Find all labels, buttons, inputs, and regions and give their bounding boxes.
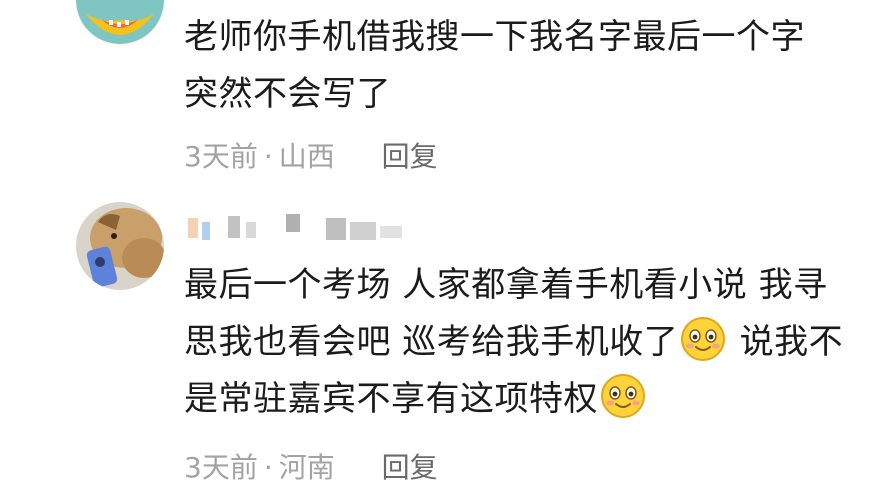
comment-meta: 3天前 · 河南 回复: [184, 446, 438, 486]
comment-item: 老师你手机借我搜一下我名字最后一个字 突然不会写了 3天前 · 山西 回复: [0, 0, 881, 200]
comment-text: 最后一个考场 人家都拿着手机看小说 我寻 思我也看会吧 巡考给我手机收了 说我不…: [184, 257, 864, 428]
comment-location: 山西: [278, 140, 335, 173]
comment-text-line: 老师你手机借我搜一下我名字最后一个字: [184, 17, 805, 57]
comment-item: 最后一个考场 人家都拿着手机看小说 我寻 思我也看会吧 巡考给我手机收了 说我不…: [0, 200, 881, 491]
comment-text: 老师你手机借我搜一下我名字最后一个字 突然不会写了: [184, 9, 864, 123]
meta-separator: ·: [263, 451, 273, 484]
comment-text-segment: 思我也看会吧 巡考给我手机收了: [184, 322, 679, 362]
comment-meta: 3天前 · 山西 回复: [184, 135, 438, 175]
comment-text-line: 是常驻嘉宾不享有这项特权: [184, 371, 864, 428]
avatar[interactable]: [76, 202, 164, 290]
comment-text-segment: 是常驻嘉宾不享有这项特权: [184, 379, 598, 419]
smiling-face-emoji-icon: [680, 316, 726, 362]
comment-text-line: 突然不会写了: [184, 74, 391, 114]
comment-location: 河南: [278, 451, 335, 484]
comment-text-line: 最后一个考场 人家都拿着手机看小说 我寻: [184, 265, 828, 305]
smiling-face-emoji-icon: [600, 373, 646, 419]
meta-separator: ·: [263, 140, 273, 173]
comment-time: 3天前: [184, 140, 258, 173]
username-blurred: [186, 212, 416, 242]
comment-text-segment: 说我不: [728, 322, 844, 362]
reply-button[interactable]: 回复: [382, 451, 438, 484]
comment-text-line: 思我也看会吧 巡考给我手机收了 说我不: [184, 314, 864, 371]
reply-button[interactable]: 回复: [382, 140, 438, 173]
avatar[interactable]: [76, 0, 164, 44]
comment-time: 3天前: [184, 451, 258, 484]
